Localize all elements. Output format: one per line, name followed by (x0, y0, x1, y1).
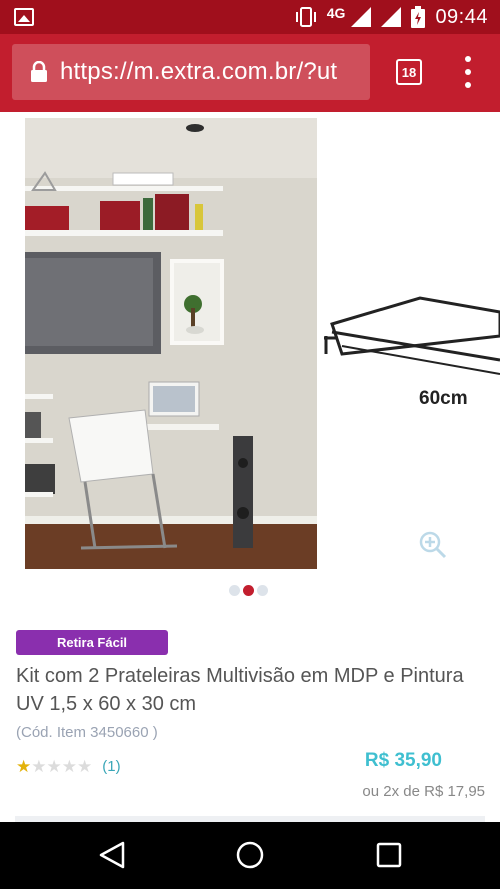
dimension-label: 60cm (419, 388, 468, 409)
overflow-menu-button[interactable] (458, 56, 478, 88)
star-empty-icon: ★ (77, 757, 93, 776)
tab-switcher-button[interactable]: 18 (396, 59, 422, 85)
product-photo[interactable] (25, 118, 317, 569)
carousel-dot[interactable] (229, 585, 240, 596)
product-code: (Cód. Item 3450660 ) (16, 724, 158, 741)
menu-dot (465, 82, 471, 88)
carousel-indicators (229, 585, 268, 596)
back-icon[interactable] (95, 840, 129, 870)
shelf-dimension-drawing[interactable]: 60cm (322, 282, 500, 412)
system-navigation-bar (0, 822, 500, 889)
carousel-dot[interactable] (257, 585, 268, 596)
status-bar: 4G 09:44 (0, 0, 500, 34)
price: R$ 35,90 (364, 750, 442, 771)
star-empty-icon: ★ (46, 757, 62, 776)
url-text: https://m.extra.com.br/?ut (60, 58, 338, 85)
product-image-carousel[interactable]: 60cm (0, 112, 500, 612)
menu-dot (465, 56, 471, 62)
url-bar[interactable]: https://m.extra.com.br/?ut (12, 44, 370, 100)
recent-apps-icon[interactable] (372, 840, 406, 870)
product-title: Kit com 2 Prateleiras Multivisão em MDP … (16, 665, 464, 715)
pickup-badge: Retira Fácil (16, 630, 168, 655)
network-type: 4G (326, 5, 346, 21)
menu-dot (465, 69, 471, 75)
star-filled-icon: ★ (16, 757, 32, 776)
browser-toolbar: https://m.extra.com.br/?ut 18 (0, 34, 500, 112)
wifi-signal-icon (381, 7, 402, 27)
signal-icon (351, 7, 372, 27)
vibrate-icon (295, 7, 316, 27)
carousel-dot-active[interactable] (243, 585, 254, 596)
rating[interactable]: ★ ★ ★ ★ ★ (1) (16, 758, 121, 775)
installments: ou 2x de R$ 17,95 (362, 783, 485, 800)
home-icon[interactable] (233, 840, 267, 870)
image-notification-icon (14, 8, 34, 26)
zoom-icon[interactable] (418, 530, 448, 560)
review-count[interactable]: (1) (102, 758, 120, 775)
lock-icon (31, 61, 47, 82)
battery-icon (411, 6, 426, 28)
star-empty-icon: ★ (31, 757, 47, 776)
star-empty-icon: ★ (61, 757, 77, 776)
clock: 09:44 (435, 5, 488, 28)
